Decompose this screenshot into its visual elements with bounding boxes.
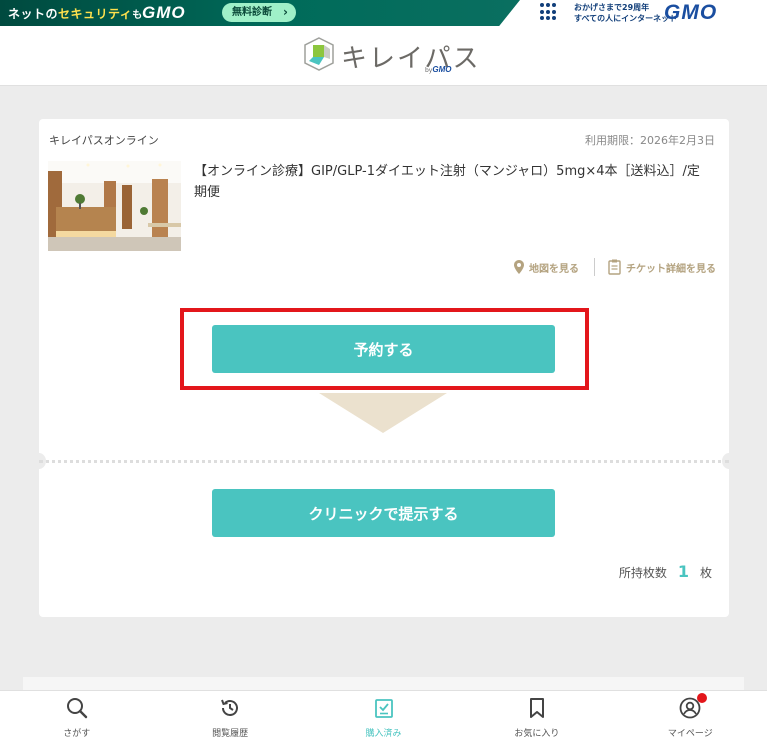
site-header: キレイパス byGMO [0, 26, 767, 86]
chevron-right-icon: › [283, 5, 288, 19]
link-divider [594, 258, 595, 276]
nav-favorites-label: お気に入り [514, 729, 560, 737]
logo-text: キレイパス [341, 44, 481, 74]
history-icon [221, 699, 239, 716]
gmo-logo: GMO [142, 3, 186, 22]
gmo-tagline: おかげさまで29周年 すべての人にインターネット [574, 3, 678, 23]
purchased-icon [374, 699, 393, 718]
down-arrow-icon [319, 393, 447, 433]
ticket-perforation [39, 460, 729, 463]
nav-history[interactable]: 閲覧履歴 [153, 691, 306, 737]
gmo-brand-logo[interactable]: GMO [664, 1, 717, 25]
bottom-nav: さがす 閲覧履歴 購入済み お気に入り マイページ [0, 690, 767, 737]
security-ad-text: ネットのセキュリティも [8, 7, 143, 21]
expiry-date: 利用期限：2026年2月3日 [585, 134, 715, 147]
nav-search[interactable]: さがす [0, 691, 153, 737]
ticket-links: 地図を見る チケット詳細を見る [514, 258, 716, 276]
map-link[interactable]: 地図を見る [514, 260, 579, 275]
security-ad[interactable]: ネットのセキュリティも GMO 無料診断 › [0, 0, 520, 26]
reserve-button[interactable]: 予約する [212, 325, 555, 373]
count-label: 所持枚数 [618, 566, 667, 580]
ticket-title[interactable]: 【オンライン診療】GIP/GLP-1ダイエット注射（マンジャロ）5mg×4本［送… [194, 161, 704, 203]
present-at-clinic-button[interactable]: クリニックで提示する [212, 489, 555, 537]
clinic-photo[interactable] [48, 161, 181, 251]
count-value: 1 [677, 562, 689, 581]
ticket-detail-link[interactable]: チケット詳細を見る [608, 259, 716, 275]
nav-mypage-label: マイページ [667, 729, 713, 737]
count-unit: 枚 [699, 566, 712, 580]
logo-byline: byGMO [425, 65, 452, 74]
clipboard-icon [608, 259, 621, 275]
notification-badge [697, 693, 708, 703]
kireipass-logo-icon [304, 37, 334, 71]
nav-purchased-label: 購入済み [365, 729, 402, 737]
search-icon [66, 698, 87, 719]
bookmark-icon [529, 698, 544, 718]
ticket-count: 所持枚数 1 枚 [619, 562, 712, 581]
nav-purchased[interactable]: 購入済み [307, 691, 460, 737]
map-pin-icon [514, 260, 524, 274]
nav-search-label: さがす [63, 729, 91, 737]
ticket-card: キレイパスオンライン 利用期限：2026年2月3日 【オンライン診療】GIP/G… [32, 119, 736, 617]
gmo-ad-banner[interactable]: ネットのセキュリティも GMO 無料診断 › おかげさまで29周年 すべての人にイ… [0, 0, 767, 26]
free-diagnosis-button[interactable]: 無料診断 › [222, 3, 296, 22]
app-grid-icon[interactable] [540, 3, 558, 21]
nav-favorites[interactable]: お気に入り [460, 691, 613, 737]
provider-name: キレイパスオンライン [49, 134, 159, 147]
nav-mypage[interactable]: マイページ [614, 691, 767, 737]
nav-history-label: 閲覧履歴 [212, 729, 249, 737]
